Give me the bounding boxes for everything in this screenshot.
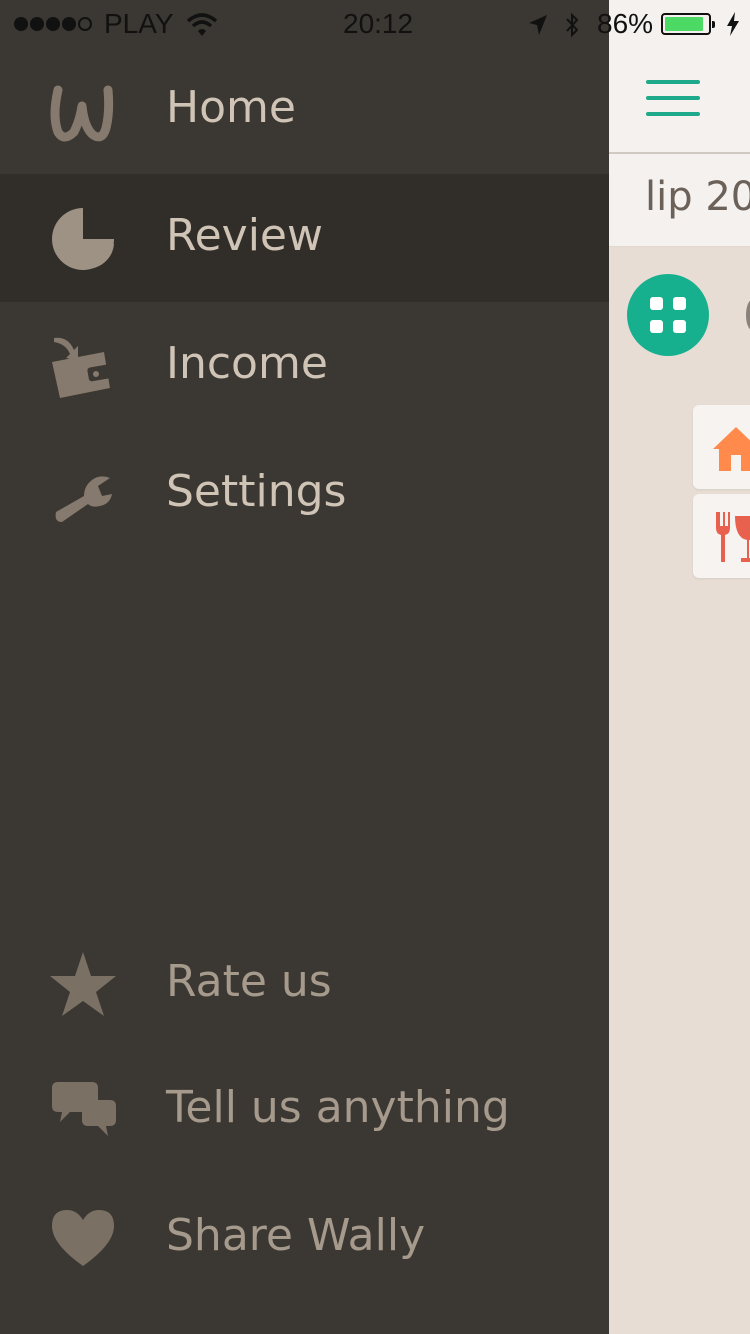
drawer-item-rate-us[interactable]: Rate us [0,920,609,1048]
dining-category-card[interactable] [693,494,750,578]
house-category-icon [713,427,750,471]
drawer-item-label: Rate us [166,956,332,1007]
drawer-item-label: Income [166,338,328,389]
house-category-card[interactable] [693,405,750,489]
grid-view-icon[interactable] [627,274,709,356]
wrench-icon [55,476,112,522]
month-label[interactable]: lip 20 [645,174,750,220]
bluetooth-icon [566,12,579,38]
status-bar: PLAY 20:12 86% [0,0,750,50]
drawer-item-review[interactable]: Review [0,174,609,302]
drawer-item-label: Settings [166,466,347,517]
drawer-item-income[interactable]: Income [0,302,609,430]
drawer-item-label: Review [166,210,323,261]
drawer-item-label: Tell us anything [166,1082,510,1133]
heart-icon [52,1210,114,1266]
charging-bolt-icon [727,12,739,36]
wallet-income-icon [52,337,111,398]
drawer-item-home[interactable]: Home [0,46,609,174]
signal-dots-icon [14,16,94,32]
location-arrow-icon [529,15,547,35]
drawer-item-label: Home [166,82,296,133]
star-icon [50,952,116,1016]
navigation-drawer: Home Review Income Settings Rate us Tell… [0,0,609,1334]
wally-logo-icon [50,85,114,142]
chat-bubbles-icon [52,1082,116,1136]
battery-percentage: 86% [597,8,654,39]
battery-icon [661,13,715,35]
hamburger-menu-icon[interactable] [646,80,700,116]
carrier-name: PLAY [104,8,174,39]
pie-chart-icon [52,208,114,270]
partial-item-peek [746,300,750,330]
drawer-item-settings[interactable]: Settings [0,430,609,558]
dining-category-icon [716,512,750,562]
main-content-peek: lip 20 [609,0,750,1334]
drawer-item-label: Share Wally [166,1210,426,1261]
drawer-item-share-wally[interactable]: Share Wally [0,1174,609,1302]
clock: 20:12 [343,8,414,39]
wifi-icon [186,13,218,36]
drawer-item-tell-us-anything[interactable]: Tell us anything [0,1046,609,1174]
